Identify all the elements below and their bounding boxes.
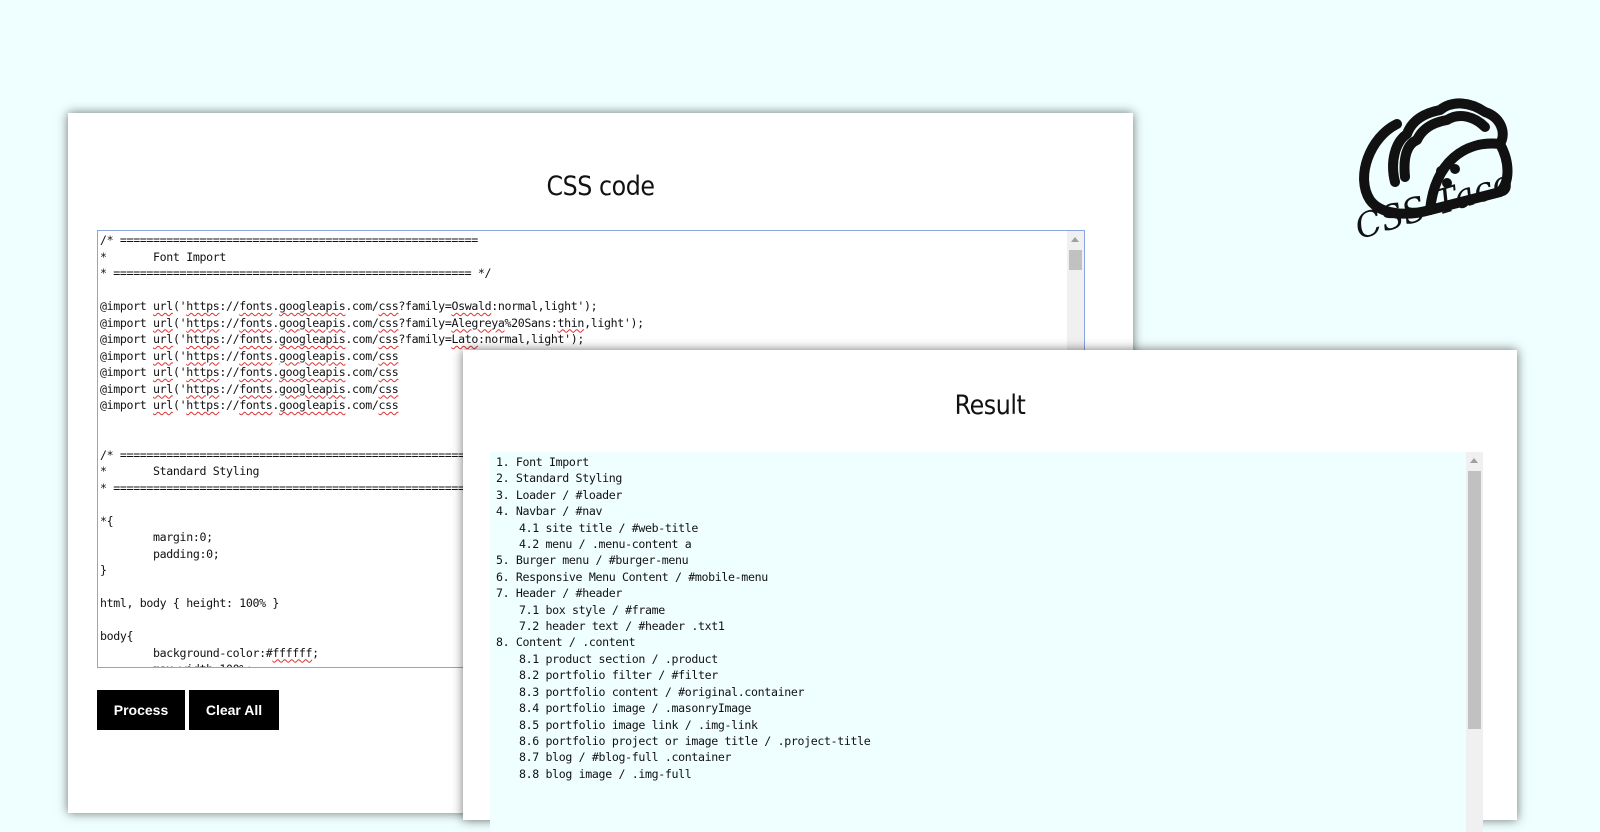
result-item: 5. Burger menu / #burger-menu — [496, 553, 689, 568]
result-item: 8.4 portfolio image / .masonryImage — [519, 701, 752, 716]
result-item: 3. Loader / #loader — [496, 487, 622, 502]
result-item: 8.8 blog image / .img-full — [519, 766, 692, 781]
result-item: 8.3 portfolio content / #original.contai… — [519, 684, 805, 699]
result-item: 2. Standard Styling — [496, 471, 622, 486]
scroll-thumb[interactable] — [1069, 250, 1082, 270]
code-line: * Font Import — [100, 249, 226, 264]
result-item: 8. Content / .content — [496, 635, 636, 650]
clear-all-button[interactable]: Clear All — [189, 690, 279, 730]
result-item: 7.1 box style / #frame — [519, 602, 665, 617]
scroll-thumb[interactable] — [1468, 471, 1481, 729]
result-item: 4.2 menu / .menu-content a — [519, 537, 692, 552]
code-line: /* =====================================… — [100, 233, 478, 247]
result-item: 8.6 portfolio project or image title / .… — [519, 733, 871, 748]
result-scrollbar[interactable] — [1466, 452, 1483, 832]
css-code-title: CSS code — [546, 171, 655, 202]
result-item: 6. Responsive Menu Content / #mobile-men… — [496, 569, 768, 584]
code-line: @import url('https://fonts.googleapis.co… — [100, 332, 585, 346]
code-line: @import url('https://fonts.googleapis.co… — [100, 315, 644, 330]
process-button[interactable]: Process — [97, 690, 185, 730]
result-item: 8.1 product section / .product — [519, 651, 718, 666]
result-item: 4.1 site title / #web-title — [519, 520, 699, 535]
result-title: Result — [954, 390, 1026, 421]
scroll-up-arrow-icon[interactable] — [1071, 237, 1079, 242]
result-item: 8.5 portfolio image link / .img-link — [519, 717, 758, 732]
result-list-box[interactable]: 1. Font Import 2. Standard Styling 3. Load… — [490, 452, 1483, 832]
result-item: 1. Font Import — [496, 455, 589, 469]
code-line: @import url('https://fonts.googleapis.co… — [100, 299, 598, 313]
result-item: 8.7 blog / #blog-full .container — [519, 750, 732, 765]
code-line: * ======================================… — [100, 266, 492, 280]
result-panel: Result 1. Font Import 2. Standard Styling… — [463, 350, 1517, 832]
result-item: 4. Navbar / #nav — [496, 504, 603, 519]
result-item: 7. Header / #header — [496, 586, 622, 601]
result-item: 8.2 portfolio filter / #filter — [519, 668, 718, 683]
result-list: 1. Font Import 2. Standard Styling 3. Load… — [490, 452, 1483, 782]
scroll-up-arrow-icon[interactable] — [1470, 458, 1478, 463]
result-item: 7.2 header text / #header .txt1 — [519, 619, 725, 634]
